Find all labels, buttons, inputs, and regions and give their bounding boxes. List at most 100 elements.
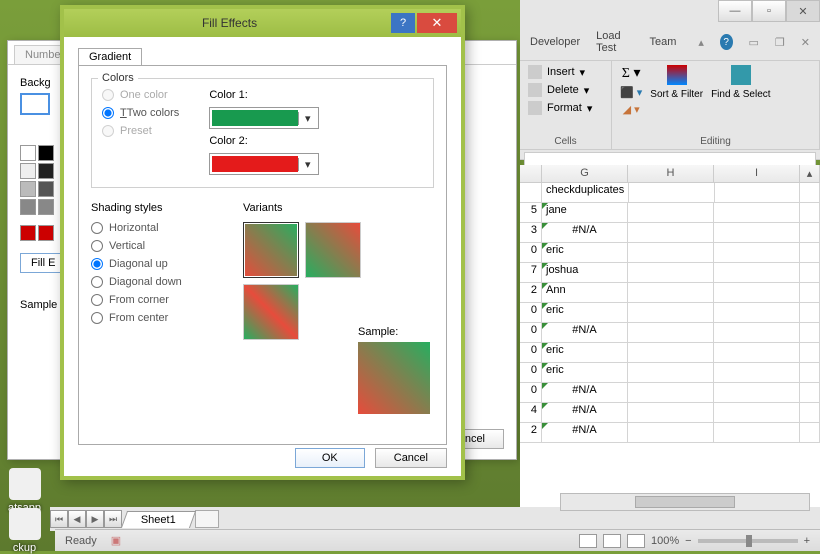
- cell[interactable]: 0: [520, 323, 542, 342]
- color-swatch[interactable]: [20, 181, 36, 197]
- ribbon-insert[interactable]: Insert ▾: [528, 65, 603, 79]
- cell[interactable]: [714, 323, 800, 342]
- fill-icon[interactable]: ⬛ ▾: [620, 86, 642, 99]
- cell[interactable]: [714, 203, 800, 222]
- cell[interactable]: [714, 303, 800, 322]
- cell[interactable]: [628, 223, 714, 242]
- radio-from-corner[interactable]: From corner: [91, 294, 221, 306]
- sheet-nav-first[interactable]: ⏮: [50, 510, 68, 528]
- cell[interactable]: #N/A: [542, 223, 628, 242]
- ok-button[interactable]: OK: [295, 448, 365, 468]
- cell[interactable]: jane: [542, 203, 628, 222]
- col-header-i[interactable]: I: [714, 165, 800, 182]
- radio-diagonal-down[interactable]: Diagonal down: [91, 276, 221, 288]
- cell[interactable]: eric: [542, 343, 628, 362]
- cancel-button[interactable]: Cancel: [375, 448, 447, 468]
- clear-icon[interactable]: ◢ ▾: [623, 103, 640, 116]
- bg-color-swatch[interactable]: [20, 93, 50, 115]
- window-restore-icon[interactable]: ❐: [775, 36, 785, 49]
- cell[interactable]: 2: [520, 423, 542, 442]
- col-header-partial[interactable]: [520, 165, 542, 182]
- cell[interactable]: [628, 203, 714, 222]
- error-indicator-icon[interactable]: [542, 363, 548, 369]
- zoom-slider[interactable]: [698, 539, 798, 543]
- scroll-up-icon[interactable]: ▴: [800, 165, 820, 182]
- maximize-button[interactable]: ▫: [752, 0, 786, 22]
- radio-two-colors[interactable]: TTwo colors: [102, 107, 179, 119]
- cell[interactable]: [629, 183, 714, 202]
- cell[interactable]: [628, 243, 714, 262]
- view-layout[interactable]: [603, 534, 621, 548]
- color-swatch[interactable]: [20, 199, 36, 215]
- col-header-g[interactable]: G: [542, 165, 628, 182]
- cell[interactable]: [714, 423, 800, 442]
- ribbon-tab-loadtest[interactable]: Load Test: [596, 30, 633, 54]
- close-button[interactable]: ✕: [786, 0, 820, 22]
- ribbon-tab-team[interactable]: Team: [649, 36, 676, 48]
- cell[interactable]: #N/A: [542, 423, 628, 442]
- radio-from-center[interactable]: From center: [91, 312, 221, 324]
- cell[interactable]: 3: [520, 223, 542, 242]
- cell[interactable]: #N/A: [542, 323, 628, 342]
- window-close-icon[interactable]: ✕: [801, 36, 810, 49]
- cell[interactable]: [628, 303, 714, 322]
- help-icon[interactable]: ?: [720, 34, 733, 50]
- color-swatch[interactable]: [38, 199, 54, 215]
- cell[interactable]: joshua: [542, 263, 628, 282]
- cell[interactable]: [714, 363, 800, 382]
- error-indicator-icon[interactable]: [542, 243, 548, 249]
- zoom-in-button[interactable]: +: [804, 535, 810, 547]
- cell[interactable]: eric: [542, 303, 628, 322]
- cell[interactable]: 4: [520, 403, 542, 422]
- error-indicator-icon[interactable]: [542, 323, 548, 329]
- cell[interactable]: [714, 383, 800, 402]
- error-indicator-icon[interactable]: [542, 423, 548, 429]
- cell[interactable]: eric: [542, 363, 628, 382]
- variant-1[interactable]: [243, 222, 299, 278]
- error-indicator-icon[interactable]: [542, 263, 548, 269]
- cell[interactable]: [628, 343, 714, 362]
- find-select-button[interactable]: Find & Select: [711, 65, 770, 100]
- cell[interactable]: [628, 263, 714, 282]
- sheet-nav-prev[interactable]: ◀: [68, 510, 86, 528]
- ribbon-delete[interactable]: Delete ▾: [528, 83, 603, 97]
- ribbon-format[interactable]: Format ▾: [528, 101, 603, 115]
- cell[interactable]: #N/A: [542, 403, 628, 422]
- cell[interactable]: 7: [520, 263, 542, 282]
- cell[interactable]: 0: [520, 343, 542, 362]
- sheet-nav-next[interactable]: ▶: [86, 510, 104, 528]
- color-swatch[interactable]: [20, 163, 36, 179]
- error-indicator-icon[interactable]: [542, 203, 548, 209]
- cell[interactable]: [520, 183, 542, 202]
- view-normal[interactable]: [579, 534, 597, 548]
- radio-diagonal-up[interactable]: Diagonal up: [91, 258, 221, 270]
- cell[interactable]: [628, 363, 714, 382]
- cell[interactable]: 0: [520, 383, 542, 402]
- color-swatch[interactable]: [20, 145, 36, 161]
- close-button[interactable]: ✕: [417, 13, 457, 33]
- cell[interactable]: eric: [542, 243, 628, 262]
- cell[interactable]: [714, 223, 800, 242]
- cell[interactable]: #N/A: [542, 383, 628, 402]
- chevron-up-icon[interactable]: ▴: [698, 36, 704, 49]
- cell[interactable]: 0: [520, 243, 542, 262]
- cell[interactable]: Ann: [542, 283, 628, 302]
- col-header-h[interactable]: H: [628, 165, 714, 182]
- add-sheet-button[interactable]: [195, 510, 219, 528]
- color-swatch[interactable]: [38, 225, 54, 241]
- cell[interactable]: [714, 403, 800, 422]
- cell[interactable]: [628, 283, 714, 302]
- sort-filter-button[interactable]: Sort & Filter: [650, 65, 703, 100]
- error-indicator-icon[interactable]: [542, 343, 548, 349]
- error-indicator-icon[interactable]: [542, 403, 548, 409]
- cell[interactable]: [714, 243, 800, 262]
- cell[interactable]: [628, 323, 714, 342]
- horizontal-scrollbar[interactable]: [560, 493, 810, 511]
- error-indicator-icon[interactable]: [542, 383, 548, 389]
- variant-2[interactable]: [305, 222, 361, 278]
- cell[interactable]: [714, 283, 800, 302]
- window-min-icon[interactable]: ▭: [749, 36, 759, 49]
- sheet-tab[interactable]: Sheet1: [121, 511, 196, 528]
- cell[interactable]: [714, 263, 800, 282]
- color1-dropdown[interactable]: ▾: [209, 107, 319, 129]
